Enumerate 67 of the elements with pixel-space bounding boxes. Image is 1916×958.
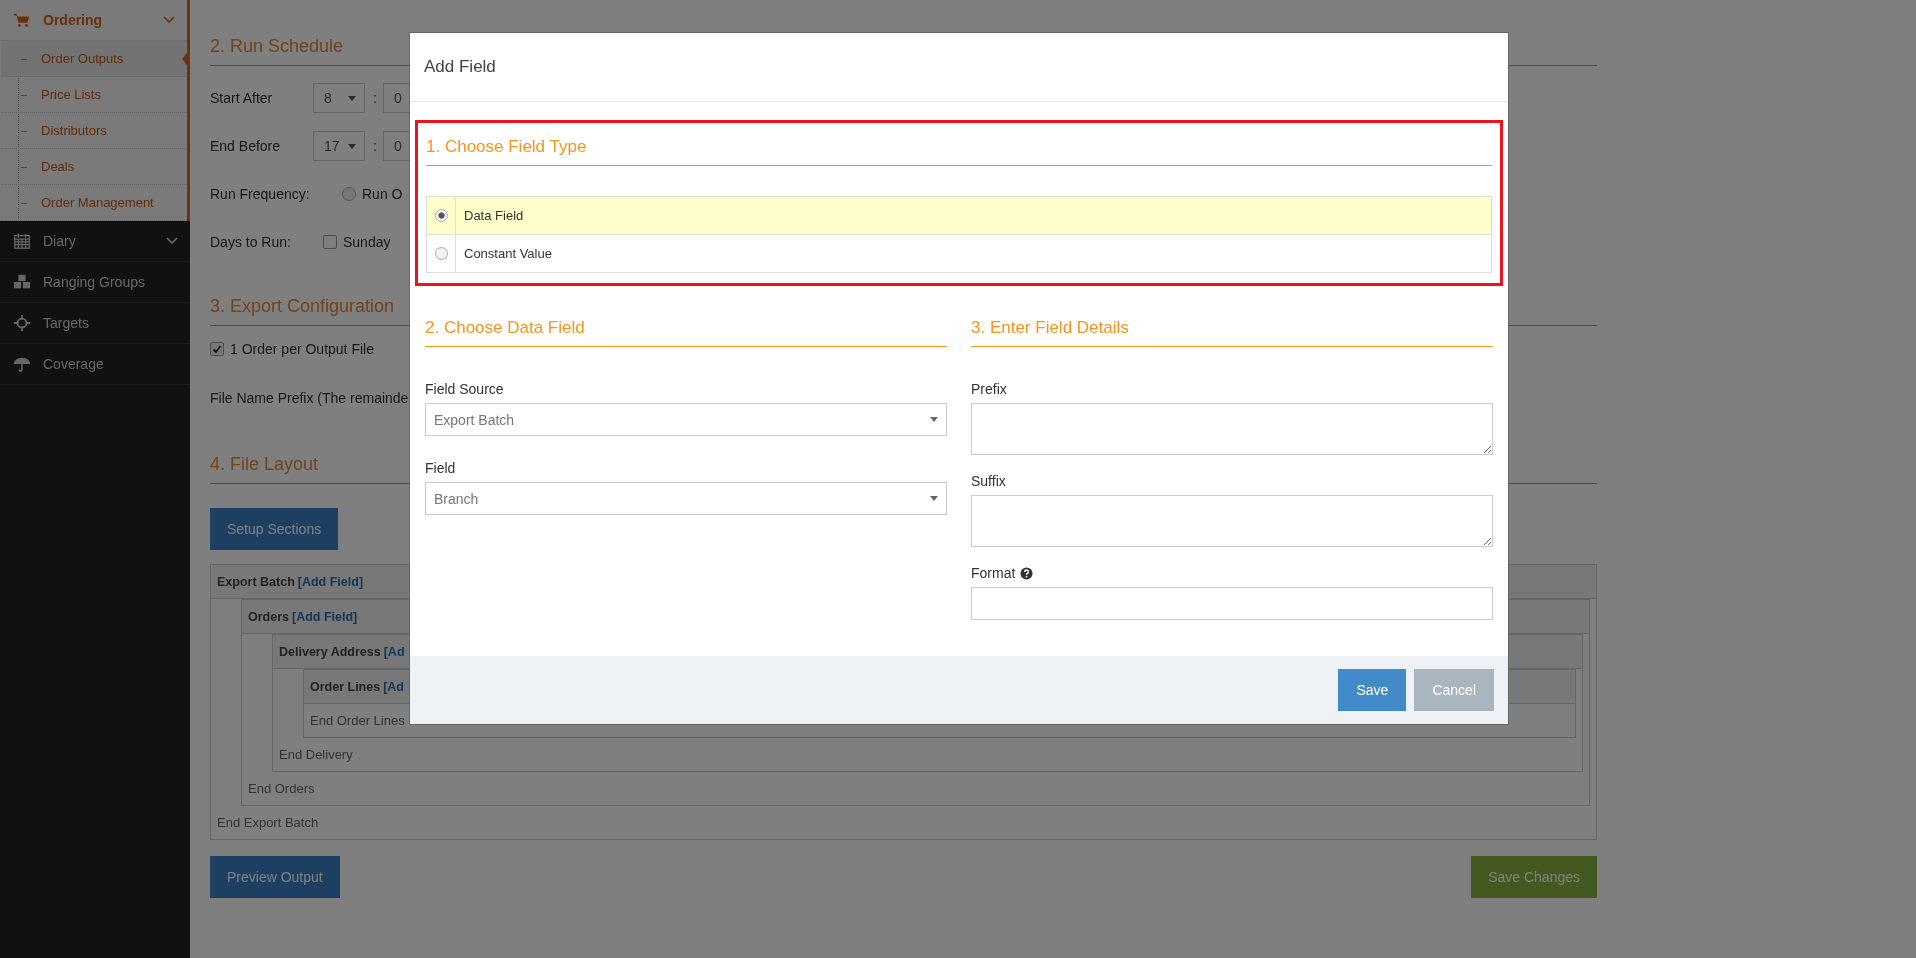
section-end-label: End Delivery	[278, 746, 354, 764]
cancel-button[interactable]: Cancel	[1414, 669, 1494, 711]
cart-icon	[13, 11, 31, 29]
section-end-label: End Export Batch	[216, 814, 320, 832]
hour-select[interactable]: 17	[313, 131, 365, 161]
chevron-icon	[163, 16, 175, 24]
add-field-link[interactable]: [Add Field]	[297, 574, 364, 589]
section-title: Delivery Address	[279, 644, 381, 659]
section-title: Export Batch	[217, 574, 295, 589]
field-label: Prefix	[971, 381, 1007, 397]
select-field[interactable]: Branch	[425, 482, 947, 515]
field-label: Run Frequency:	[210, 186, 311, 202]
field-label: Start After	[210, 90, 274, 106]
colon-separator: :	[373, 90, 377, 106]
add-field-link[interactable]: [Add Field]	[292, 609, 358, 624]
option-label: Constant Value	[463, 246, 552, 261]
sidebar-item[interactable]: Diary	[0, 221, 190, 262]
checkbox-label: Sunday	[343, 234, 391, 250]
section-heading: 1. Choose Field Type	[426, 123, 1492, 166]
field-label: Field	[425, 460, 457, 476]
crosshair-icon	[13, 314, 31, 332]
section-heading: 3. Enter Field Details	[971, 304, 1493, 347]
radio-button[interactable]	[342, 187, 356, 201]
input-field[interactable]	[971, 587, 1493, 620]
add-field-link[interactable]: [Ad	[383, 679, 404, 694]
save-button[interactable]: Save	[1338, 669, 1407, 711]
option-label: Data Field	[463, 208, 524, 223]
umbrella-icon	[13, 355, 31, 373]
help-icon	[1020, 566, 1034, 580]
field-label: Field Source	[425, 381, 505, 397]
section-title: Orders	[248, 609, 289, 624]
section-heading: 2. Choose Data Field	[425, 304, 947, 347]
field-label: Format	[971, 565, 1016, 581]
option-row[interactable]: Constant Value	[427, 234, 1491, 272]
cubes-icon	[13, 273, 31, 291]
text-area[interactable]	[971, 403, 1493, 455]
caret-icon	[930, 417, 938, 422]
section-end-label: End Order Lines	[309, 712, 406, 730]
sidebar-item[interactable]: Ranging Groups	[0, 262, 190, 303]
caret-icon	[930, 496, 938, 501]
section-title: Order Lines	[310, 679, 381, 694]
sidebar-item[interactable]: Targets	[0, 303, 190, 344]
select-field[interactable]: Export Batch	[425, 403, 947, 436]
calendar-icon	[13, 232, 31, 250]
caret-icon	[348, 143, 356, 149]
radio-button[interactable]	[434, 247, 448, 260]
field-label: End Before	[210, 138, 282, 154]
field-label: File Name Prefix (The remainde	[210, 390, 410, 408]
field-label: Days to Run:	[210, 234, 292, 250]
colon-separator: :	[373, 138, 377, 154]
radio-label: Run O	[362, 186, 403, 202]
checkbox[interactable]	[323, 235, 337, 249]
save-changes-button[interactable]: Save Changes	[1471, 856, 1597, 898]
section-end-label: End Orders	[247, 780, 316, 798]
setup-sections-button[interactable]: Setup Sections	[210, 508, 339, 550]
text-area[interactable]	[971, 495, 1493, 547]
option-row[interactable]: Data Field	[427, 197, 1491, 234]
caret-icon	[348, 95, 356, 101]
hour-select[interactable]: 8	[313, 83, 365, 113]
submenu-item[interactable]: Order Outputs	[1, 41, 187, 77]
checkbox[interactable]	[210, 342, 224, 356]
radio-button[interactable]	[434, 209, 448, 222]
chevron-icon	[166, 237, 178, 245]
sidebar-item[interactable]: Coverage	[0, 344, 190, 385]
add-field-link[interactable]: [Ad	[383, 644, 405, 659]
checkbox-label: 1 Order per Output File	[230, 341, 374, 357]
preview-output-button[interactable]: Preview Output	[210, 856, 340, 898]
